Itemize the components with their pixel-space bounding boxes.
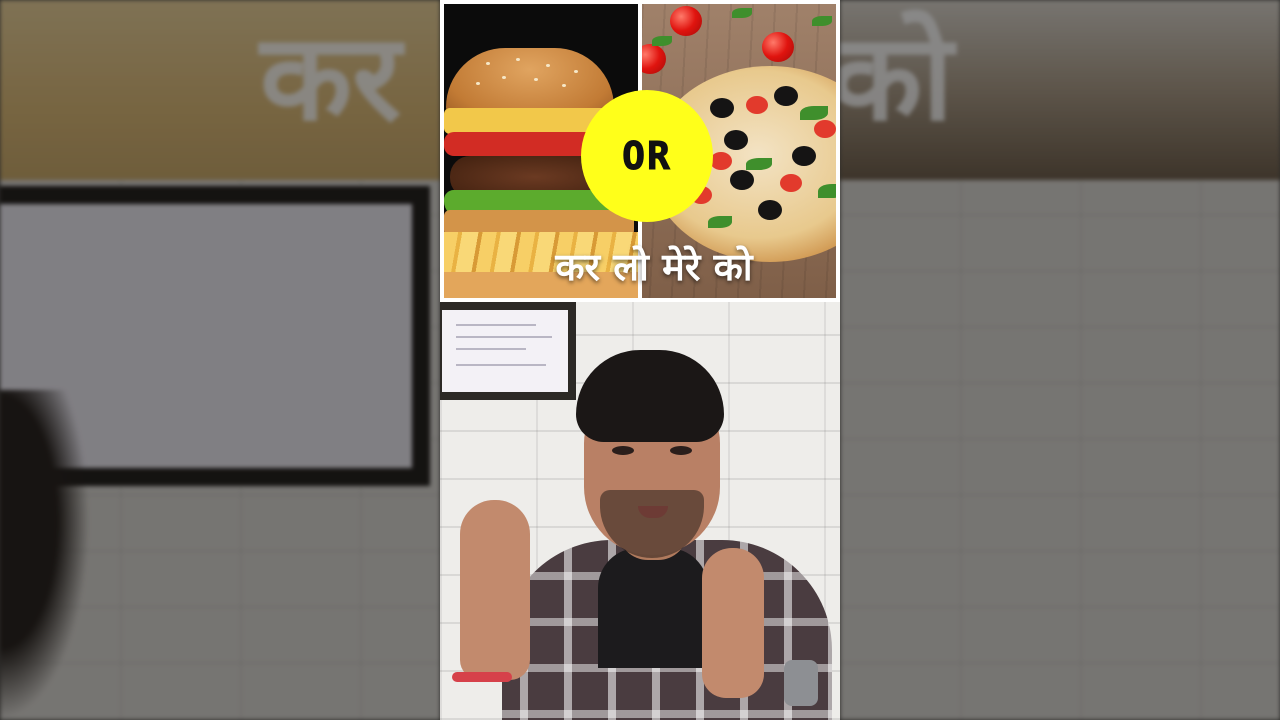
black-shirt [598, 548, 708, 668]
ok-hand-gesture [460, 500, 530, 680]
hindi-caption: कर लो मेरे को [555, 245, 753, 289]
blurred-wall [840, 180, 1280, 720]
hair [576, 350, 724, 442]
food-comparison-overlay: OR कर लो मेरे को [440, 0, 840, 302]
blurred-person-edge [0, 390, 90, 720]
pointing-hand [702, 548, 764, 698]
or-badge: OR [581, 90, 713, 222]
blurred-caption-right: को [840, 9, 954, 148]
wrist-watch [784, 660, 818, 706]
right-eye [670, 446, 692, 455]
cherry-tomato [670, 6, 702, 36]
short-video-frame[interactable]: OR कर लो मेरे को [440, 0, 840, 720]
red-bracelet [452, 672, 512, 682]
left-eye [612, 446, 634, 455]
blurred-caption-left: कर [260, 9, 402, 148]
blurred-background-right: को [840, 0, 1280, 720]
cherry-tomato [762, 32, 794, 62]
blurred-background-left: कर [0, 0, 440, 720]
video-player[interactable]: कर को OR कर लो मेरे को [0, 0, 1280, 720]
